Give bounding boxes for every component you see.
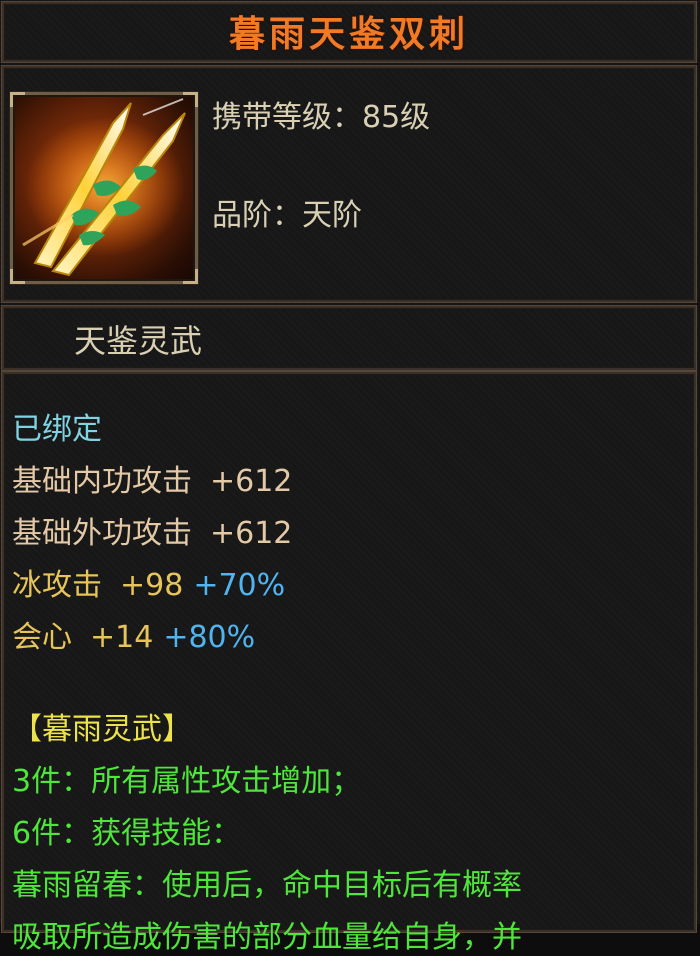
- set-bonus-3: 3件：所有属性攻击增加；: [12, 764, 362, 799]
- set-bonus-header: 【暮雨灵武】: [12, 712, 192, 747]
- item-name: 暮雨天鉴双刺: [228, 13, 469, 55]
- item-icon-frame[interactable]: [10, 92, 198, 284]
- stat-inner-attack: 基础内功攻击 +612: [12, 456, 292, 500]
- stat-label: 基础外功攻击: [12, 516, 192, 551]
- stat-value: +98: [120, 568, 184, 603]
- stat-percent: +70%: [193, 568, 286, 603]
- stat-crit: 会心 +14 +80%: [12, 612, 255, 656]
- stat-label: 会心: [12, 620, 72, 655]
- stat-percent: +80%: [163, 620, 256, 655]
- item-tooltip: 暮雨天鉴双刺 携带等级：85级 品阶：天阶 天鉴灵武 已绑定 基础内功攻击 +6…: [0, 0, 700, 955]
- skill-description: 暮雨留春：使用后，命中目标后有概率: [12, 868, 522, 903]
- skill-description-cont: 吸取所造成伤害的部分血量给自身，并: [12, 920, 522, 955]
- stat-value: +612: [210, 464, 293, 499]
- stat-value: +612: [210, 516, 293, 551]
- stat-outer-attack: 基础外功攻击 +612: [12, 508, 292, 552]
- set-bonus-6: 6件：获得技能：: [12, 816, 242, 851]
- item-grade: 品阶：天阶: [212, 198, 362, 233]
- set-title: 天鉴灵武: [74, 322, 203, 360]
- stat-ice-attack: 冰攻击 +98 +70%: [12, 560, 285, 604]
- stat-label: 冰攻击: [12, 568, 102, 603]
- carry-level: 携带等级：85级: [212, 100, 431, 135]
- title-bar: 暮雨天鉴双刺: [2, 2, 696, 62]
- twin-dagger-icon: [22, 98, 186, 277]
- bound-status: 已绑定: [12, 412, 102, 447]
- stat-value: +14: [90, 620, 154, 655]
- stat-label: 基础内功攻击: [12, 464, 192, 499]
